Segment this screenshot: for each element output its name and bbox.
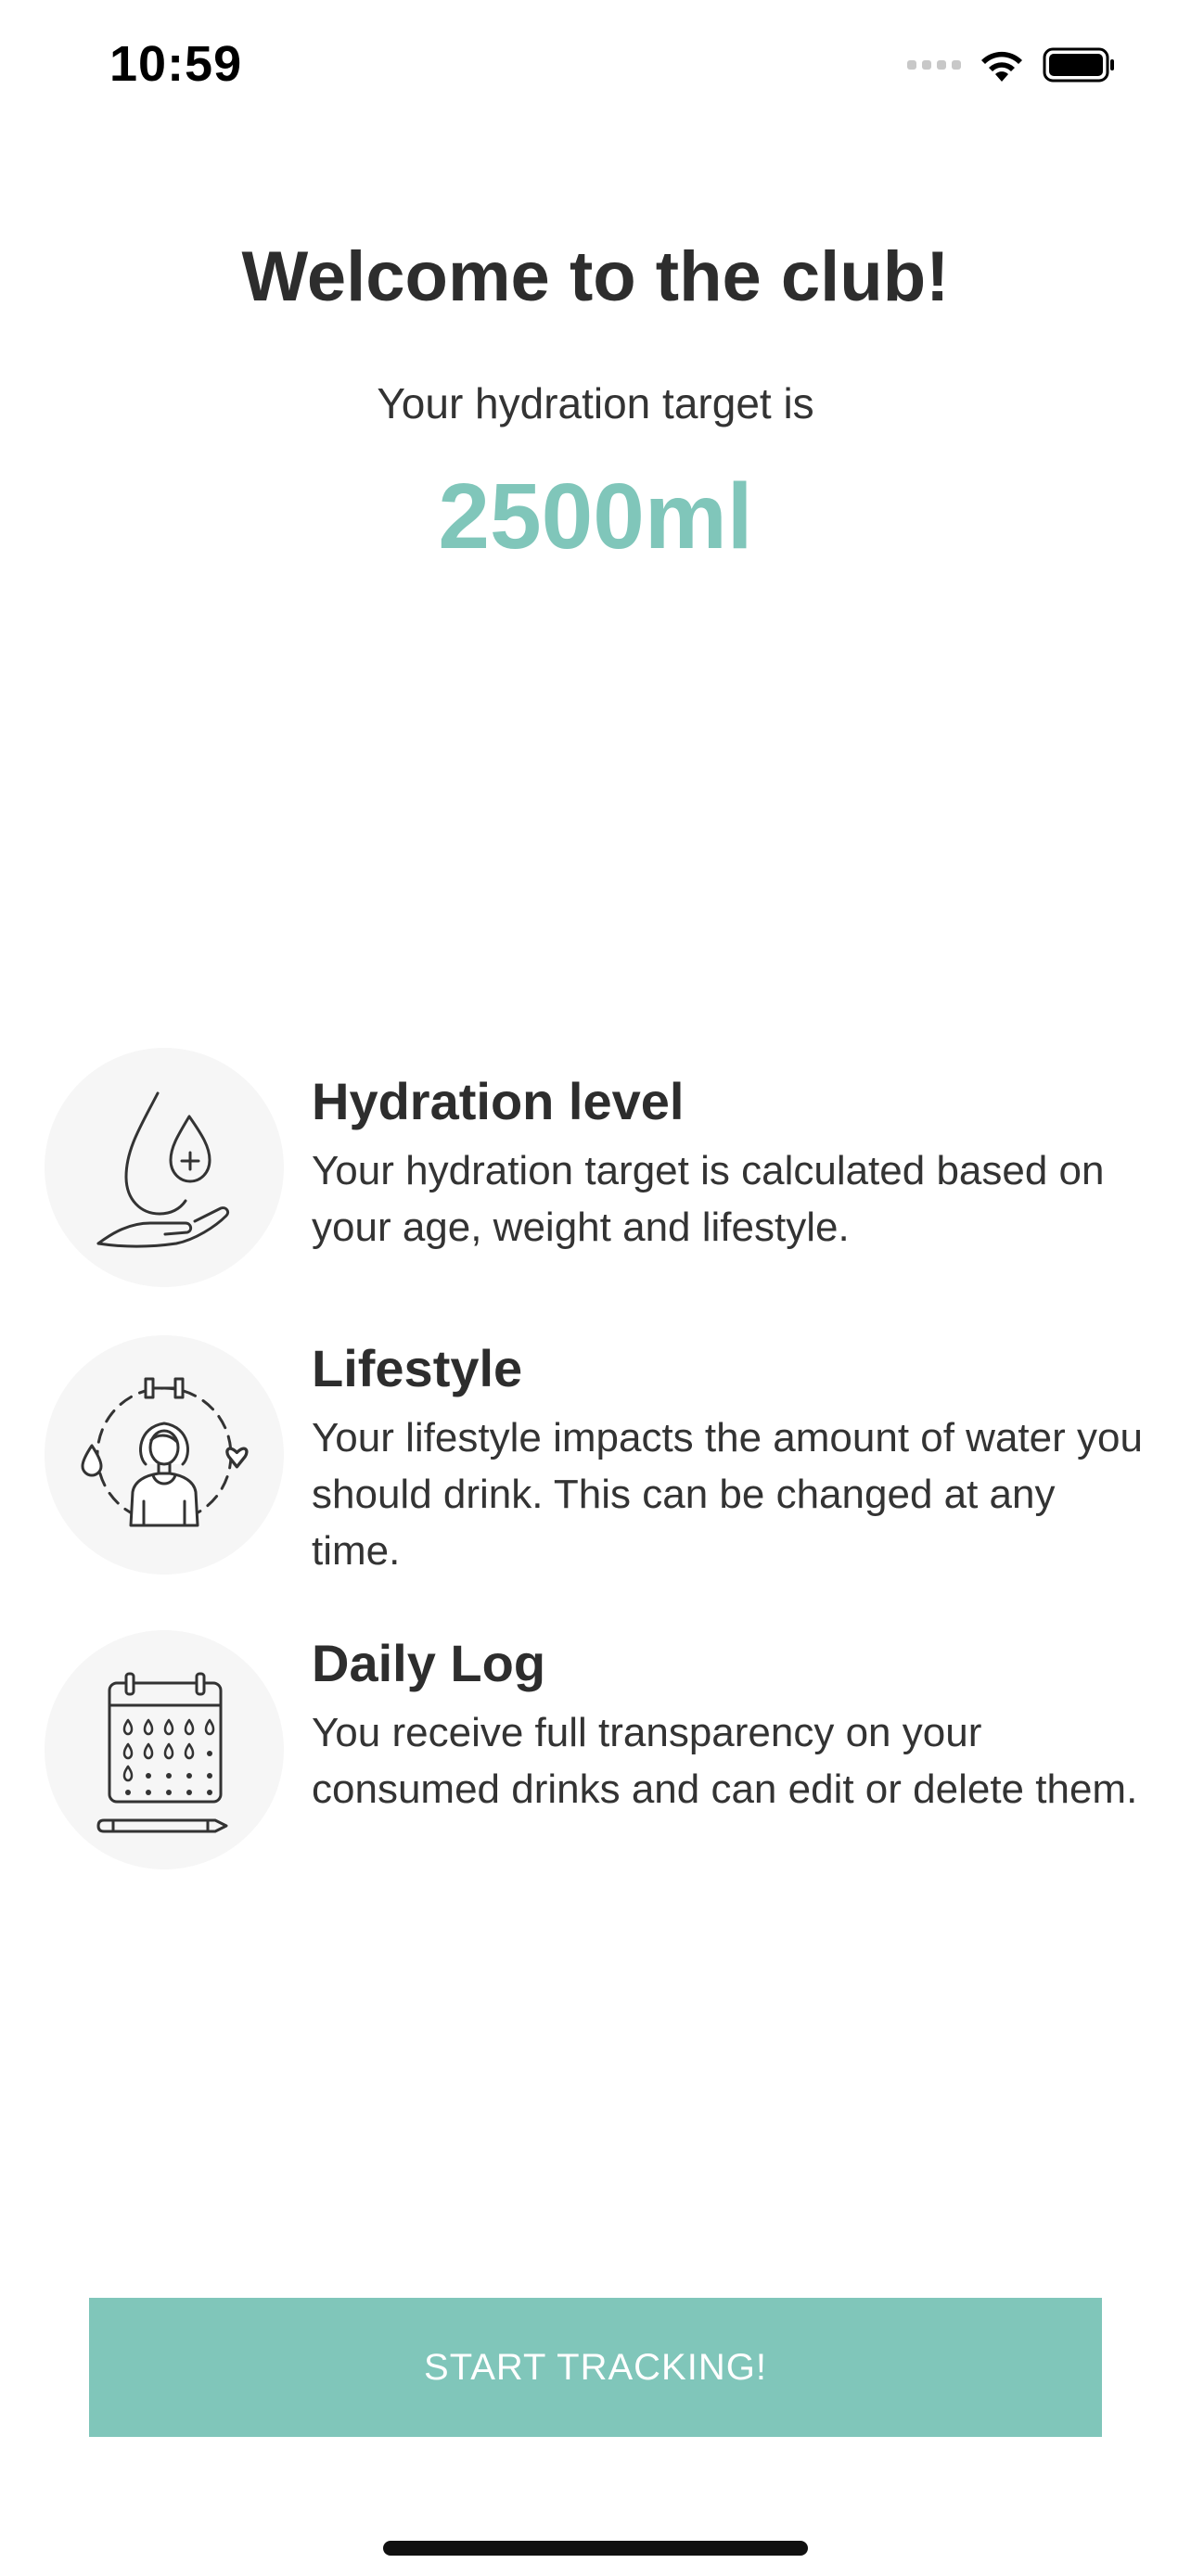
start-tracking-button[interactable]: START TRACKING!: [89, 2298, 1102, 2437]
status-icons: [907, 46, 1117, 83]
feature-title: Hydration level: [312, 1072, 685, 1130]
feature-description: Your lifestyle impacts the amount of wat…: [312, 1415, 1143, 1574]
page-title: Welcome to the club!: [241, 237, 950, 316]
hydration-target-value: 2500ml: [438, 465, 753, 568]
feature-title: Daily Log: [312, 1634, 546, 1692]
wifi-icon: [981, 51, 1022, 82]
feature-description: Your hydration target is calculated base…: [312, 1148, 1105, 1250]
cellular-signal-icon: [907, 60, 961, 70]
feature-text: Daily Log You receive full transparency …: [312, 1630, 1146, 1817]
feature-icon-circle: [45, 1335, 284, 1575]
battery-icon: [1043, 47, 1114, 83]
home-indicator[interactable]: [383, 2541, 808, 2556]
status-bar: 10:59: [0, 0, 1191, 139]
person-lifestyle-icon: [81, 1377, 249, 1527]
feature-text: Lifestyle Your lifestyle impacts the amo…: [312, 1335, 1146, 1579]
calendar-log-icon: [96, 1672, 228, 1833]
hydration-target-label: Your hydration target is: [377, 379, 814, 427]
feature-text: Hydration level Your hydration target is…: [312, 1068, 1146, 1256]
hand-water-drop-icon: [96, 1091, 230, 1248]
status-time: 10:59: [109, 36, 243, 92]
feature-icon-circle: [45, 1048, 284, 1287]
feature-icon-circle: [45, 1630, 284, 1869]
feature-description: You receive full transparency on your co…: [312, 1710, 1138, 1812]
feature-title: Lifestyle: [312, 1339, 523, 1397]
